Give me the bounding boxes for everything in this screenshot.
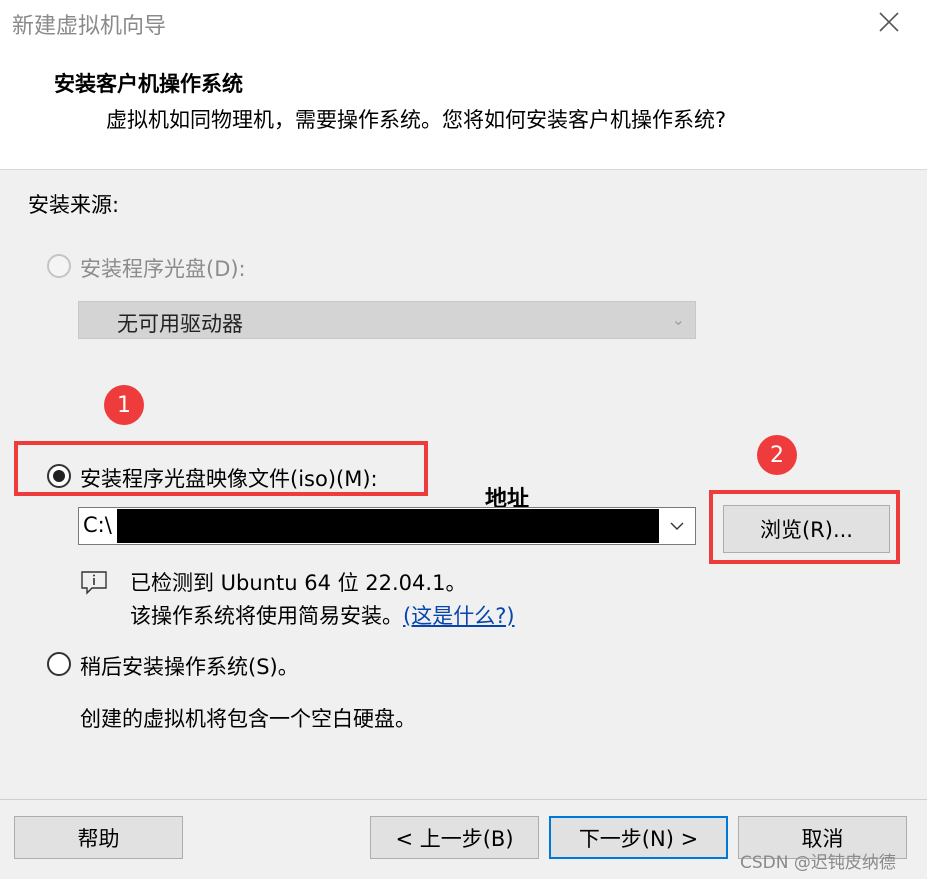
annotation-marker-2: 2	[757, 435, 797, 475]
chevron-down-icon	[670, 522, 684, 530]
divider	[0, 799, 927, 800]
close-button[interactable]	[866, 0, 912, 44]
iso-path-value: C:\	[83, 513, 112, 537]
info-icon	[81, 571, 107, 595]
watermark: CSDN @迟钝皮纳德	[740, 853, 896, 873]
iso-path-input[interactable]: C:\	[78, 507, 696, 545]
page-title: 安装客户机操作系统	[54, 72, 243, 96]
wizard-content: 安装来源: 安装程序光盘(D): 无可用驱动器 ⌄ 1 安装程序光盘映像文件(i…	[0, 170, 927, 879]
install-source-label: 安装来源:	[28, 193, 120, 217]
browse-button[interactable]: 浏览(R)...	[723, 505, 890, 553]
title-bar: 新建虚拟机向导	[0, 0, 927, 46]
later-radio[interactable]	[47, 652, 71, 676]
iso-path-dropdown[interactable]	[659, 508, 695, 544]
iso-option-label: 安装程序光盘映像文件(iso)(M):	[80, 467, 378, 491]
redacted-path	[117, 509, 659, 543]
page-subtitle: 虚拟机如同物理机，需要操作系统。您将如何安装客户机操作系统?	[106, 108, 727, 132]
disc-option-label: 安装程序光盘(D):	[80, 257, 246, 281]
disc-drive-select[interactable]: 无可用驱动器 ⌄	[78, 301, 696, 339]
annotation-marker-1: 1	[104, 385, 144, 425]
help-button[interactable]: 帮助	[14, 816, 183, 859]
disc-radio[interactable]	[47, 254, 71, 278]
what-is-this-link[interactable]: (这是什么?)	[403, 604, 515, 628]
chevron-down-icon: ⌄	[671, 310, 685, 329]
easy-install-label: 该操作系统将使用简易安装。	[130, 604, 403, 628]
iso-radio[interactable]	[47, 464, 71, 488]
window-title: 新建虚拟机向导	[12, 14, 167, 39]
easy-install-text: 该操作系统将使用简易安装。(这是什么?)	[130, 600, 515, 630]
wizard-header: 安装客户机操作系统 虚拟机如同物理机，需要操作系统。您将如何安装客户机操作系统?	[0, 46, 927, 170]
disc-drive-value: 无可用驱动器	[117, 312, 243, 336]
back-button[interactable]: < 上一步(B)	[370, 816, 539, 859]
later-option-label: 稍后安装操作系统(S)。	[80, 655, 299, 679]
close-icon	[879, 12, 899, 32]
next-button[interactable]: 下一步(N) >	[549, 816, 728, 859]
later-note: 创建的虚拟机将包含一个空白硬盘。	[80, 707, 416, 731]
detection-text: 已检测到 Ubuntu 64 位 22.04.1。	[130, 571, 467, 595]
